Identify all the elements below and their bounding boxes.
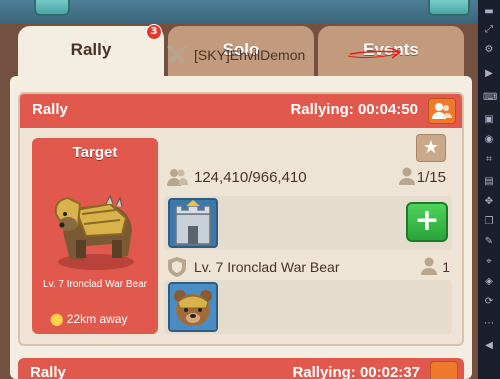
toolbar-copy-icon[interactable]: ❐	[483, 216, 495, 228]
second-rally-title: Rally	[30, 364, 66, 379]
favorite-star-button[interactable]: ★	[416, 134, 446, 162]
second-rally-header[interactable]: Rally Rallying: 00:02:37	[18, 358, 464, 379]
troops-row: 124,410/966,410 1/15	[166, 166, 446, 192]
toolbar-back-icon[interactable]: ◀	[483, 340, 495, 352]
target-row-count: 1	[442, 259, 450, 275]
member-count: 1/15	[416, 169, 446, 186]
bear-portrait-icon	[170, 284, 216, 330]
game-top-bar	[0, 0, 478, 24]
toolbar-record-icon[interactable]: ◉	[483, 134, 495, 146]
second-rally-members-button[interactable]	[430, 361, 458, 379]
toolbar-play-icon[interactable]: ▶	[483, 68, 495, 80]
toolbar-gallery-icon[interactable]: ▤	[483, 176, 495, 188]
location-pin-icon: ⬤	[50, 312, 64, 326]
star-icon: ★	[422, 137, 440, 158]
rally-leader-portrait[interactable]	[168, 198, 218, 248]
toolbar-sync-icon[interactable]: ⟳	[483, 296, 495, 308]
top-right-button[interactable]	[428, 0, 470, 16]
toolbar-location-icon[interactable]: ⌖	[483, 256, 495, 268]
emulator-toolbar: ▬ ⤢ ⚙ ▶ ⌨ ▣ ◉ ⌗ ▤ ✥ ❐ ✎ ⌖ ◈ ⟳ ⋯ ◀	[478, 0, 500, 379]
second-rally-timer: Rallying: 00:02:37	[292, 364, 420, 379]
castle-hero-icon	[170, 200, 216, 246]
target-portrait[interactable]	[168, 282, 218, 332]
distance: ⬤ 22km away	[50, 312, 127, 326]
back-button[interactable]	[34, 0, 70, 16]
target-slot-row	[164, 280, 452, 334]
target-panel[interactable]: Target Lv. 7 Ironclad War Bear ⬤ 22km aw…	[32, 138, 158, 334]
crossed-swords-icon	[167, 45, 187, 64]
rally-members-button[interactable]	[428, 98, 456, 124]
group-icon	[432, 103, 452, 119]
rally-card-title: Rally	[32, 101, 68, 118]
target-title: Target	[72, 144, 118, 161]
toolbar-edit-icon[interactable]: ✎	[483, 236, 495, 248]
toolbar-settings-icon[interactable]: ⚙	[483, 44, 495, 56]
toolbar-screenshot-icon[interactable]: ▣	[483, 114, 495, 126]
rally-leader-name: [SKY]EhvilDemon	[194, 47, 306, 63]
toolbar-menu-icon[interactable]: ▬	[483, 6, 495, 18]
tab-rally[interactable]: Rally	[18, 26, 164, 80]
target-name: Lv. 7 Ironclad War Bear	[43, 279, 147, 290]
rally-timer: Rallying: 00:04:50	[290, 101, 418, 118]
toolbar-more-icon[interactable]: ⋯	[483, 318, 495, 330]
rally-card-header: Rally Rallying: 00:04:50	[20, 94, 462, 128]
toolbar-crop-icon[interactable]: ⌗	[483, 154, 495, 166]
member-icon	[399, 167, 415, 185]
toolbar-expand-icon[interactable]: ⤢	[483, 24, 495, 36]
annotation-arrow	[347, 47, 402, 59]
toolbar-keyboard-icon[interactable]: ⌨	[483, 92, 497, 104]
target-row: Lv. 7 Ironclad War Bear 1	[166, 256, 454, 282]
toolbar-controls-icon[interactable]: ✥	[483, 196, 495, 208]
target-row-name: Lv. 7 Ironclad War Bear	[194, 259, 340, 275]
hero-slot-row: +	[164, 196, 452, 250]
shield-icon	[168, 257, 186, 277]
distance-text: 22km away	[66, 312, 128, 326]
member-icon	[421, 257, 437, 275]
join-rally-button[interactable]: +	[406, 202, 448, 242]
toolbar-layers-icon[interactable]: ◈	[483, 276, 495, 288]
troop-count: 124,410/966,410	[194, 169, 307, 186]
tab-rally-badge: 3	[146, 24, 162, 40]
group-icon	[167, 169, 188, 186]
plus-icon: +	[414, 203, 440, 238]
war-bear-image	[54, 194, 134, 270]
